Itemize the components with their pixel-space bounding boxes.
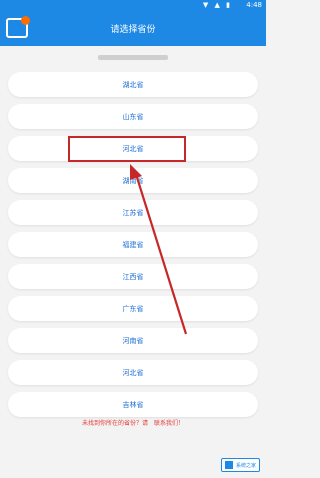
contact-link[interactable]: 联系我们！ [154, 420, 184, 427]
province-item-7[interactable]: 江西省 [8, 264, 258, 289]
province-item-4[interactable]: 湖南省 [8, 168, 258, 193]
province-item-6[interactable]: 福建省 [8, 232, 258, 257]
footer-notice: 未找到你所在的省份？请 联系我们！ [0, 418, 266, 427]
app-header: 请选择省份 [0, 12, 266, 46]
footer-text: 未找到你所在的省份？请 [81, 420, 148, 427]
status-time: 4:48 [246, 1, 262, 9]
province-item-11[interactable]: 吉林省 [8, 392, 258, 417]
province-item-2[interactable]: 山东省 [8, 104, 258, 129]
watermark-logo-icon [224, 461, 233, 469]
province-item-9[interactable]: 河南省 [8, 328, 258, 353]
watermark: 系统之家 [220, 458, 260, 472]
province-item-1[interactable]: 湖北省 [8, 72, 258, 97]
province-item-10[interactable]: 河北省 [8, 360, 258, 385]
divider [98, 55, 168, 60]
status-bar: ▼ ▲ ▮ 4:48 [0, 0, 266, 12]
watermark-text: 系统之家 [235, 462, 256, 469]
province-item-5[interactable]: 江苏省 [8, 200, 258, 225]
province-item-8[interactable]: 广东省 [8, 296, 258, 321]
annotation-highlight-box [68, 136, 186, 162]
page-title: 请选择省份 [110, 25, 156, 35]
status-icons: ▼ ▲ ▮ [202, 1, 232, 9]
